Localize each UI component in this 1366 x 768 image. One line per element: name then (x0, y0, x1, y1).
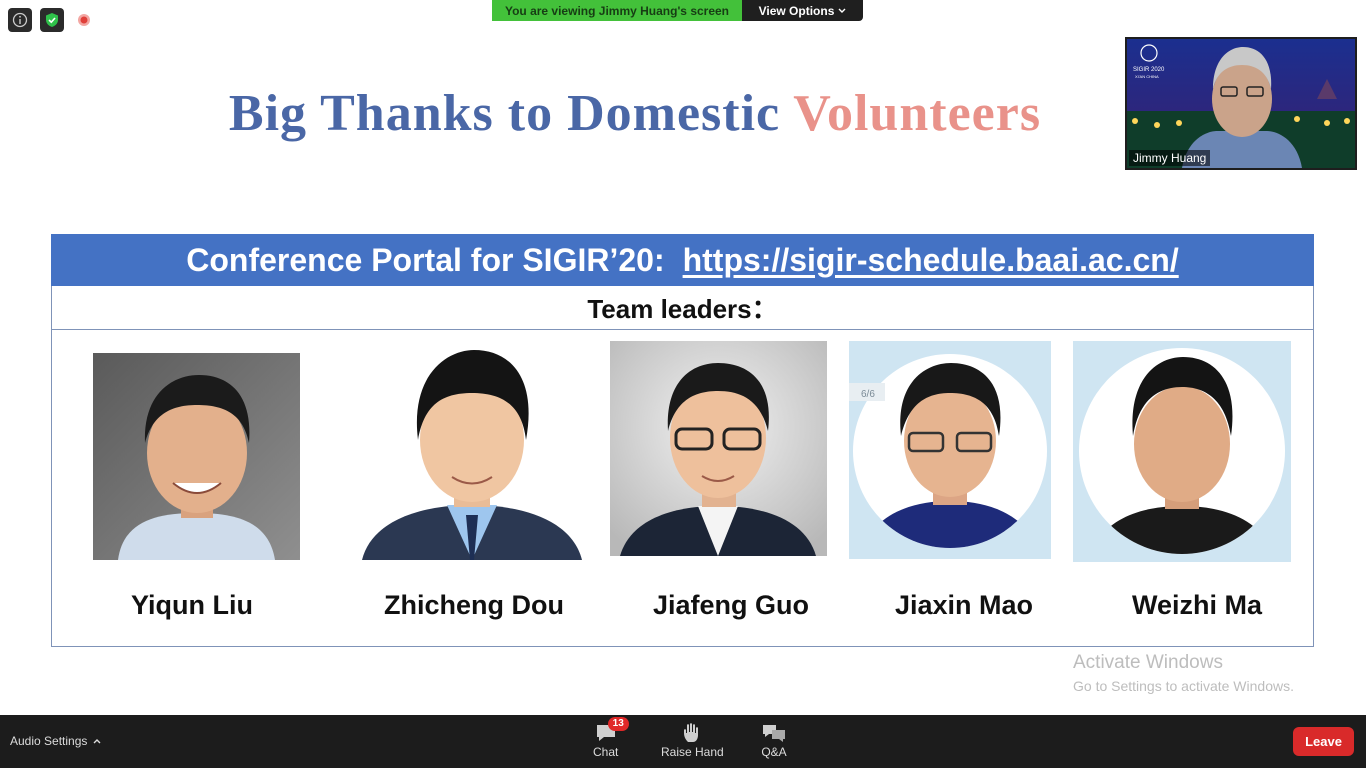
person-photo: 6/6 (849, 341, 1051, 559)
qa-label: Q&A (761, 745, 787, 759)
qa-button[interactable]: Q&A (761, 721, 787, 759)
view-options-button[interactable]: View Options (742, 0, 863, 21)
person-photo (362, 345, 582, 560)
speaker-name-label: Jimmy Huang (1129, 150, 1211, 166)
person-name: Yiqun Liu (131, 590, 253, 620)
sigir-logo-text: SIGIR 2020 (1133, 67, 1165, 73)
team-leaders-heading: Team leaders： (52, 286, 1313, 330)
hand-icon (684, 723, 699, 742)
watermark-subtitle: Go to Settings to activate Windows. (1073, 678, 1294, 694)
audio-settings-button[interactable]: Audio Settings (10, 734, 101, 748)
watermark-title: Activate Windows (1073, 652, 1223, 673)
person-name: Zhicheng Dou (384, 590, 564, 620)
shield-icon[interactable] (40, 8, 64, 32)
chevron-up-icon (93, 739, 101, 744)
meeting-status-icons (8, 8, 96, 32)
portal-banner: Conference Portal for SIGIR’20: https://… (51, 234, 1314, 286)
chevron-down-icon (838, 8, 846, 13)
qa-icon (763, 725, 785, 742)
chat-button[interactable]: 13 Chat (593, 717, 629, 759)
view-options-label: View Options (758, 3, 835, 18)
person-photo (93, 353, 300, 560)
chat-label: Chat (593, 745, 619, 759)
page-indicator: 6/6 (861, 389, 875, 400)
person-name: Jiaxin Mao (894, 590, 1034, 620)
chat-unread-badge: 13 (607, 717, 629, 731)
speaker-video-frame: SIGIR 2020 XI'AN CHINA (1127, 39, 1355, 168)
slide-title-main: Big Thanks to Domestic (228, 85, 781, 142)
leave-button[interactable]: Leave (1293, 727, 1354, 756)
portal-link[interactable]: https://sigir-schedule.baai.ac.cn/ (683, 242, 1179, 279)
meeting-toolbar: Audio Settings 13 Chat Raise Hand Q&A Le… (0, 715, 1366, 768)
portal-label: Conference Portal for SIGIR’20: (186, 241, 665, 278)
speaker-video-thumbnail[interactable]: SIGIR 2020 XI'AN CHINA Jimmy Huang (1125, 37, 1357, 170)
info-icon[interactable] (8, 8, 32, 32)
raise-hand-label: Raise Hand (661, 745, 724, 759)
person-photo (610, 341, 827, 556)
viewing-notice: You are viewing Jimmy Huang's screen (492, 0, 742, 21)
person-name: Jiafeng Guo (652, 590, 809, 620)
person-name: Weizhi Ma (1131, 590, 1263, 620)
person-photo (1073, 341, 1291, 562)
raise-hand-button[interactable]: Raise Hand (661, 721, 724, 759)
sigir-logo-subtext: XI'AN CHINA (1135, 74, 1159, 79)
recording-icon (72, 8, 96, 32)
slide-title: Big Thanks to Domestic Volunteers (0, 84, 1270, 143)
audio-settings-label: Audio Settings (10, 734, 88, 748)
slide-title-accent: Volunteers (793, 85, 1042, 142)
screen-share-banner: You are viewing Jimmy Huang's screen Vie… (492, 0, 863, 21)
activate-windows-watermark: Activate Windows Go to Settings to activ… (1073, 652, 1294, 694)
